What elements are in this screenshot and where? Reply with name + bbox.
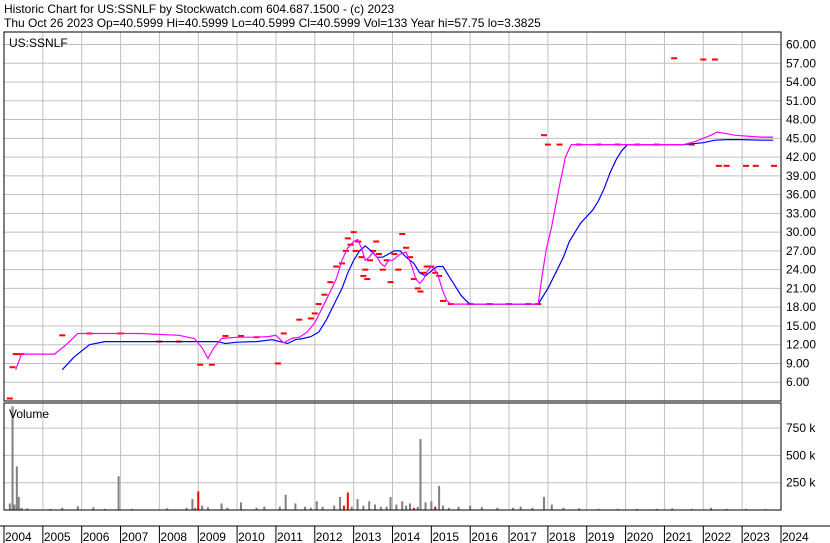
volume-tick-label: 250 k: [786, 476, 816, 490]
volume-bar: [405, 505, 408, 510]
year-tick-label: 2004: [5, 530, 32, 543]
volume-bar: [442, 505, 445, 510]
price-tick-label: 54.00: [786, 75, 816, 89]
symbol-label: US:SSNLF: [9, 36, 68, 50]
year-tick-label: 2008: [160, 530, 187, 543]
stock-chart: US:SSNLF Volume 60.00 57.00 54.00 51.00 48.0…: [0, 31, 830, 543]
volume-bar: [17, 496, 20, 510]
volume-bar: [550, 504, 553, 510]
volume-bar: [13, 504, 16, 510]
year-tick-label: 2019: [588, 530, 615, 543]
volume-bar: [389, 496, 392, 510]
price-axis-labels: 60.00 57.00 54.00 51.00 48.00 45.00 42.00 39.00…: [786, 38, 816, 390]
price-tick-label: 42.00: [786, 150, 816, 164]
volume-bar: [333, 505, 336, 510]
volume-bar: [408, 503, 411, 510]
price-tick-label: 60.00: [786, 38, 816, 52]
volume-bar: [438, 485, 441, 510]
volume-bar: [220, 503, 223, 510]
volume-bar: [191, 499, 194, 510]
volume-bar: [401, 501, 404, 510]
volume-bar: [368, 501, 371, 510]
year-tick-label: 2015: [432, 530, 459, 543]
volume-bars: [8, 406, 767, 511]
volume-bar: [346, 492, 349, 510]
volume-bar: [374, 504, 377, 510]
volume-bar: [356, 499, 359, 510]
volume-bar: [294, 503, 297, 510]
year-axis-labels: 2004 2005 2006 2007 2008 2009 2010 2011 2012 2013…: [5, 530, 809, 543]
year-tick-label: 2009: [199, 530, 226, 543]
price-tick-label: 39.00: [786, 169, 816, 183]
volume-bar: [362, 505, 365, 510]
price-tick-label: 27.00: [786, 244, 816, 258]
price-tick-label: 9.00: [786, 356, 810, 370]
year-tick-label: 2022: [704, 530, 731, 543]
volume-bar: [201, 505, 204, 510]
volume-tick-label: 500 k: [786, 448, 816, 462]
year-tick-label: 2014: [394, 530, 421, 543]
volume-tick-label: 750 k: [786, 421, 816, 435]
price-tick-label: 24.00: [786, 263, 816, 277]
price-tick-label: 57.00: [786, 56, 816, 70]
price-tick-label: 15.00: [786, 319, 816, 333]
volume-bar: [11, 406, 14, 510]
price-ticks: [6, 57, 778, 400]
volume-bar: [315, 501, 318, 510]
chart-root: Historic Chart for US:SSNLF by Stockwatc…: [0, 0, 830, 543]
price-tick-label: 51.00: [786, 94, 816, 108]
volume-bar: [239, 502, 242, 510]
volume-bar: [8, 503, 11, 510]
volume-bar: [76, 506, 79, 510]
volume-bar: [342, 505, 345, 510]
volume-bar: [430, 501, 433, 510]
year-tick-label: 2016: [471, 530, 498, 543]
price-tick-label: 45.00: [786, 131, 816, 145]
volume-bar: [469, 505, 472, 510]
year-tick-label: 2021: [665, 530, 692, 543]
volume-label: Volume: [9, 407, 49, 421]
year-tick-label: 2013: [355, 530, 382, 543]
volume-bar: [284, 494, 287, 510]
year-tick-label: 2006: [83, 530, 110, 543]
volume-bar: [197, 491, 200, 510]
volume-bar: [117, 476, 120, 510]
volume-bar: [395, 504, 398, 510]
volume-bar: [419, 439, 422, 510]
price-tick-label: 18.00: [786, 300, 816, 314]
price-tick-label: 21.00: [786, 281, 816, 295]
price-tick-label: 30.00: [786, 225, 816, 239]
year-tick-label: 2024: [782, 530, 809, 543]
year-tick-label: 2012: [316, 530, 343, 543]
price-tick-label: 33.00: [786, 206, 816, 220]
volume-bar: [339, 496, 342, 510]
price-tick-label: 12.00: [786, 338, 816, 352]
year-tick-label: 2007: [122, 530, 149, 543]
volume-bar: [424, 502, 427, 510]
volume-bar: [543, 496, 546, 510]
volume-axis-labels: 750 k 500 k 250 k: [786, 421, 816, 490]
year-tick-label: 2020: [627, 530, 654, 543]
price-tick-label: 48.00: [786, 113, 816, 127]
year-tick-label: 2023: [743, 530, 770, 543]
year-tick-label: 2018: [549, 530, 576, 543]
volume-bar: [15, 466, 18, 510]
price-tick-label: 6.00: [786, 375, 810, 389]
price-tick-label: 36.00: [786, 188, 816, 202]
year-tick-label: 2011: [277, 530, 303, 543]
year-tick-label: 2005: [44, 530, 71, 543]
year-tick-label: 2010: [238, 530, 265, 543]
year-tick-label: 2017: [510, 530, 537, 543]
